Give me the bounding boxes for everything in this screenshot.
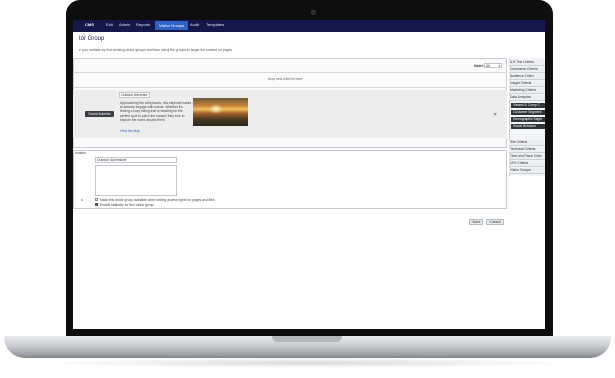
- sidebar-item-technical[interactable]: Technical Criteria: [509, 147, 545, 153]
- sidebar-item-visitor-groups[interactable]: Visitor Groups: [509, 168, 545, 174]
- sidebar-item-data-analytics[interactable]: Data Analytics: [509, 95, 545, 101]
- nav-reports[interactable]: Reports: [136, 22, 150, 27]
- criterion-type-button[interactable]: Social Advertis: [85, 111, 114, 117]
- statistics-label: Enable statistics for this visitor group: [100, 203, 154, 207]
- chevron-down-icon: ▾: [498, 64, 500, 68]
- sidebar-item-site[interactable]: Site Criteria: [509, 140, 545, 146]
- top-nav: CMS Edit Admin Reports Visitor Groups Au…: [73, 20, 545, 32]
- sun-glow: [209, 104, 223, 114]
- sidebar-item-time-place[interactable]: Time and Place Criter: [509, 154, 545, 160]
- drop-zone-hint: Drop new criterion here: [268, 77, 303, 81]
- page-title: tor Group: [79, 36, 105, 42]
- save-button[interactable]: ▪Save: [469, 219, 483, 225]
- cancel-button[interactable]: ▪Cancel: [486, 219, 504, 225]
- nav-admin[interactable]: Admin: [119, 22, 130, 27]
- nav-templates[interactable]: Templates: [206, 22, 224, 27]
- options-label: s: [81, 198, 83, 202]
- sidebar-item-ab-test[interactable]: & B Test Criteria: [509, 60, 545, 66]
- nav-visitor-groups[interactable]: Visitor Groups: [155, 21, 189, 30]
- sidebar-item-commerce[interactable]: Commerce Criteria: [509, 67, 545, 73]
- sidebar-item-audience[interactable]: Audience Criteri: [509, 74, 545, 80]
- laptop-shadow: [40, 358, 575, 368]
- nav-audit[interactable]: Audit: [190, 22, 199, 27]
- sidebar-criterion-social[interactable]: Social Behavior: [511, 124, 545, 129]
- view-map-link[interactable]: View the Map: [120, 129, 140, 133]
- information-section-label: rmation: [75, 151, 86, 155]
- criterion-image: [193, 98, 248, 126]
- match-select-value: All: [486, 64, 490, 68]
- divider: [73, 87, 507, 88]
- sidebar-item-marketing[interactable]: Marketing Criteria: [509, 88, 545, 94]
- match-select[interactable]: All ▾: [484, 63, 502, 68]
- name-input[interactable]: Outdoor Adventurer: [95, 157, 177, 163]
- criterion-tag[interactable]: Outdoor Adventur: [119, 92, 150, 98]
- criterion-description: Approaching the wild places, this elepha…: [120, 101, 192, 122]
- sidebar-item-insight[interactable]: Insight Criteria: [509, 81, 545, 87]
- page-subtitle: e your website by first creating visitor…: [79, 48, 233, 52]
- access-rights-checkbox[interactable]: [95, 198, 98, 201]
- statistics-checkbox[interactable]: [95, 203, 98, 206]
- sidebar-item-url[interactable]: URL Criteria: [509, 161, 545, 167]
- cross-icon[interactable]: ✕: [493, 112, 497, 118]
- access-rights-label: Make this visitor group available when s…: [100, 198, 215, 202]
- divider: [73, 72, 507, 73]
- screen: CMS Edit Admin Reports Visitor Groups Au…: [73, 20, 545, 329]
- match-label: Match: [474, 64, 484, 68]
- sidebar-criterion-customer-segment[interactable]: Customer Segment: [511, 110, 545, 115]
- laptop-notch: [272, 336, 342, 342]
- sidebar-criterion-viewed[interactable]: Viewed & Comp C: [511, 103, 545, 108]
- nav-edit[interactable]: Edit: [106, 22, 113, 27]
- brand-logo: CMS: [85, 22, 94, 27]
- camera-icon: [311, 10, 316, 15]
- notes-textarea[interactable]: [95, 165, 177, 196]
- sidebar-criterion-demographic[interactable]: Demographic Segm: [511, 117, 545, 122]
